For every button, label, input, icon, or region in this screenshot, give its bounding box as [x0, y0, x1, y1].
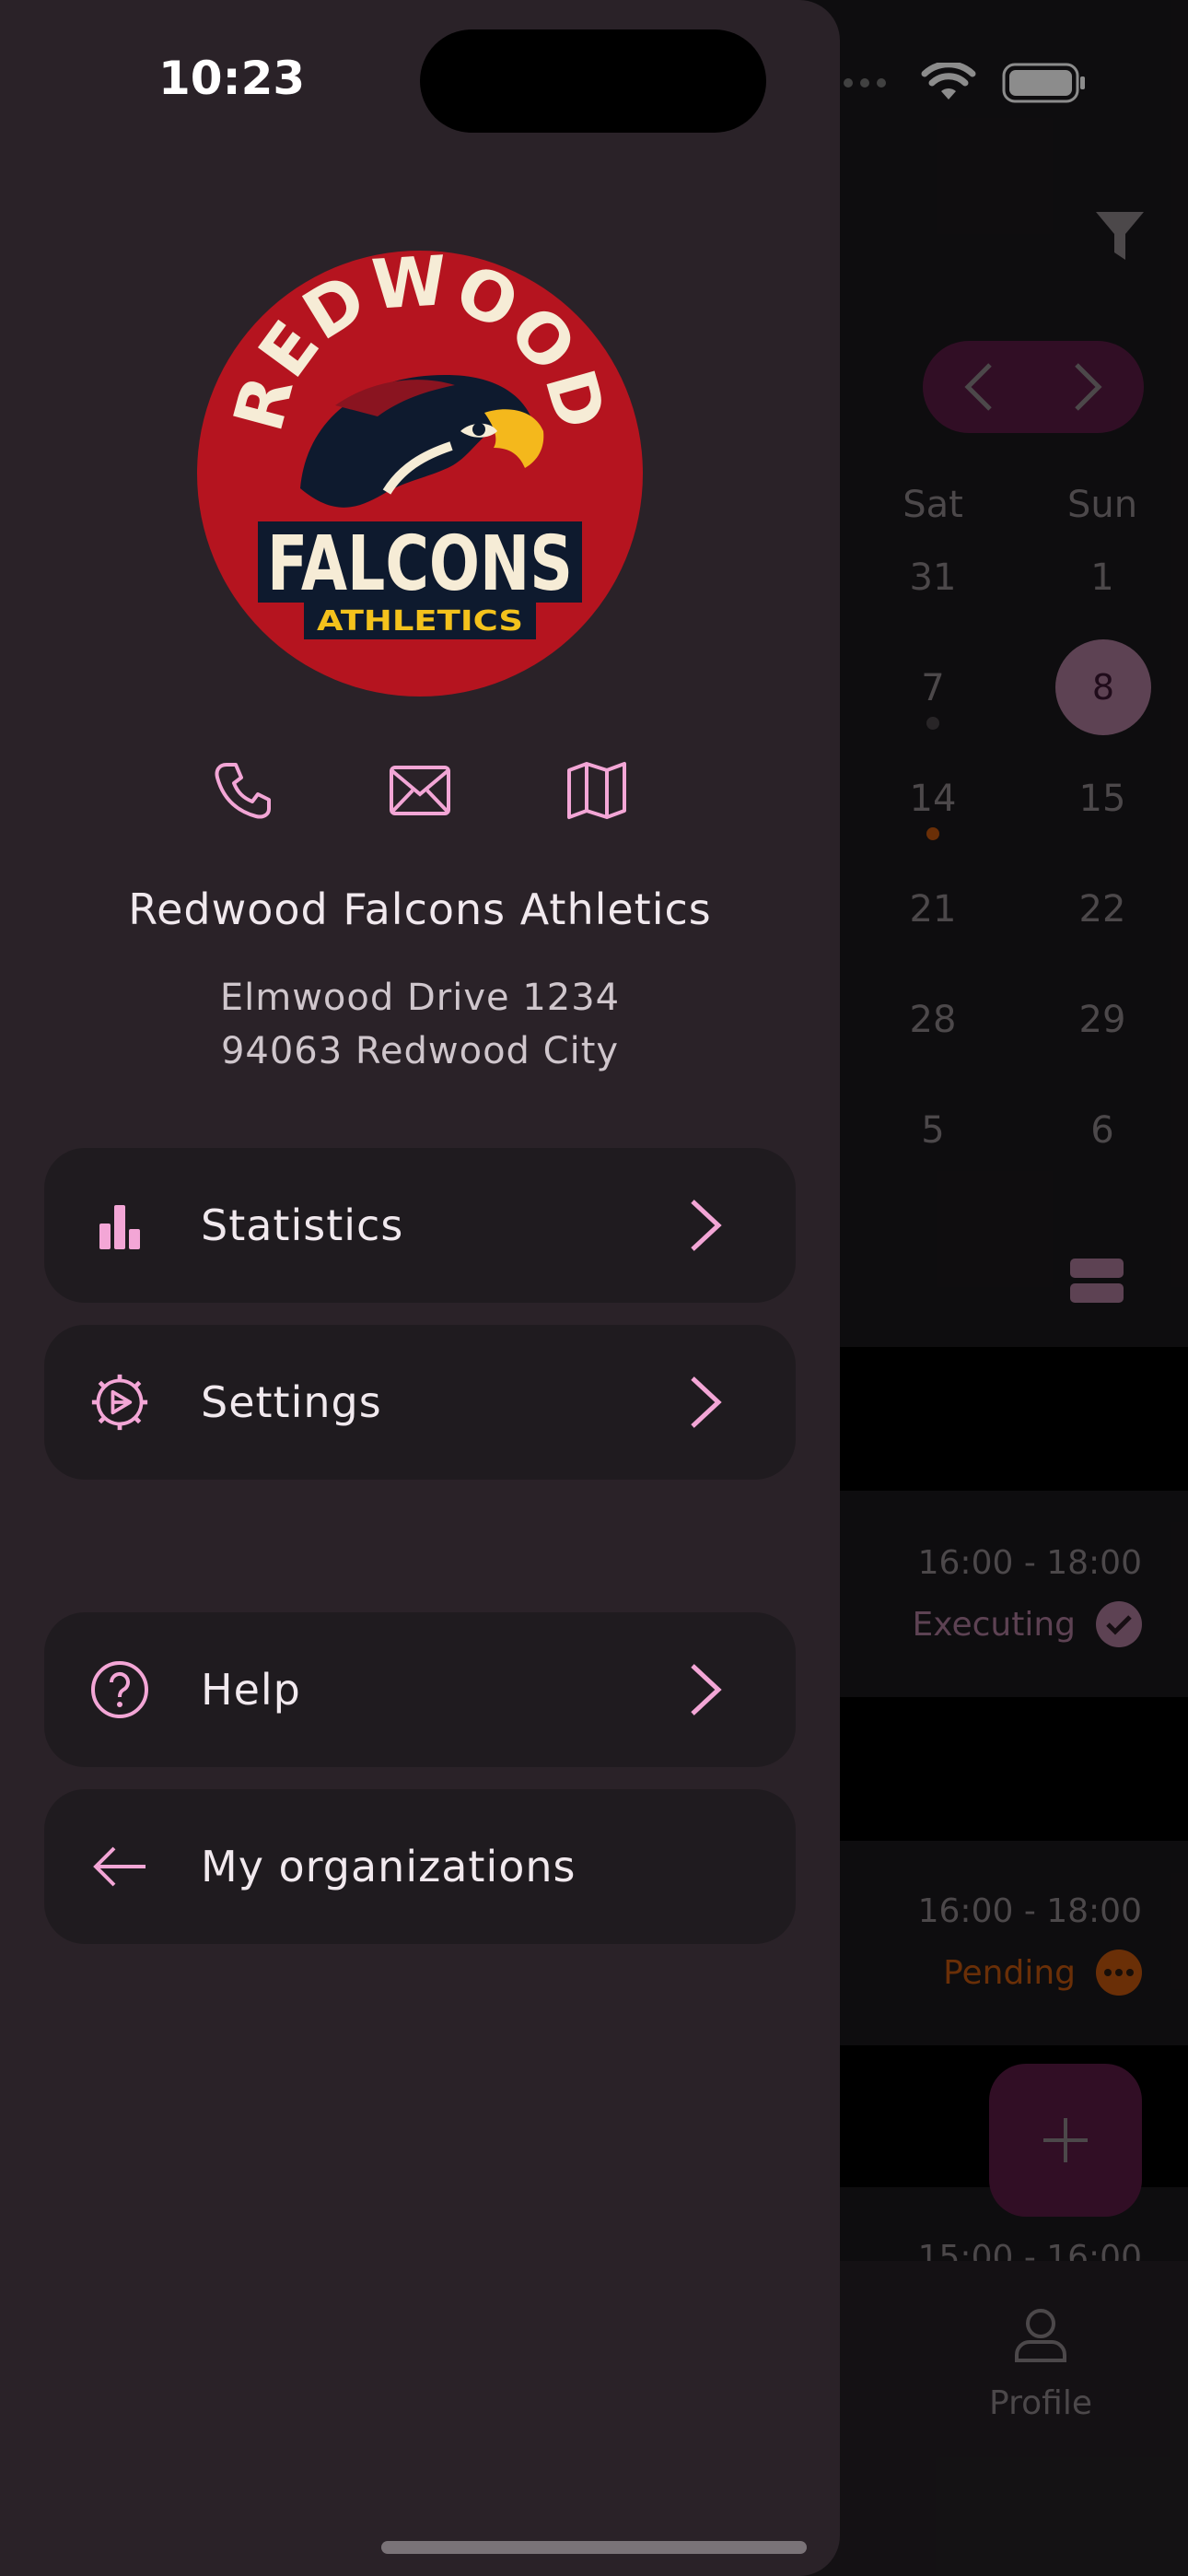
navigation-drawer: 10:23 REDWOOD FALCONS ATHLETICS Redwood … — [0, 0, 840, 2576]
chevron-left-icon — [964, 363, 992, 411]
bar-chart-icon — [90, 1196, 149, 1255]
add-event-button[interactable] — [989, 2064, 1142, 2217]
chevron-right-icon — [691, 1200, 722, 1251]
map-button[interactable] — [560, 754, 634, 827]
phone-icon — [215, 763, 271, 819]
home-indicator — [381, 2541, 807, 2554]
dynamic-island — [420, 29, 766, 133]
arrow-left-icon — [90, 1837, 149, 1896]
calendar-day[interactable]: 31 — [878, 556, 988, 599]
organization-logo: REDWOOD FALCONS ATHLETICS — [197, 251, 643, 697]
menu-item-label: Help — [201, 1665, 301, 1715]
calendar-day[interactable]: 14 — [878, 778, 988, 820]
event-status: Pending — [943, 1950, 1142, 1996]
person-icon — [1015, 2309, 1066, 2362]
address-line-1: Elmwood Drive 1234 — [219, 977, 621, 1019]
event-status-label: Executing — [912, 1605, 1077, 1644]
calendar-day-selected[interactable]: 8 — [1055, 639, 1151, 735]
calendar-day[interactable]: 21 — [878, 888, 988, 931]
month-nav — [923, 341, 1144, 433]
menu-item-label: Statistics — [201, 1200, 404, 1250]
calendar-day[interactable]: 6 — [1047, 1109, 1158, 1152]
tab-profile[interactable]: Profile — [949, 2307, 1133, 2422]
help-icon — [90, 1660, 149, 1719]
menu-item-settings[interactable]: Settings — [44, 1325, 796, 1480]
filter-icon[interactable] — [1094, 208, 1146, 263]
chevron-right-icon — [1075, 363, 1102, 411]
prev-month-button[interactable] — [941, 350, 1015, 424]
calendar-day[interactable]: 1 — [1047, 556, 1158, 599]
weekday-header-sat: Sat — [903, 484, 963, 526]
wifi-icon — [921, 63, 976, 100]
menu-item-statistics[interactable]: Statistics — [44, 1148, 796, 1303]
event-dot — [926, 717, 939, 730]
event-time: 16:00 - 18:00 — [917, 1544, 1142, 1582]
more-icon — [1096, 1950, 1142, 1996]
event-time: 16:00 - 18:00 — [917, 1892, 1142, 1930]
menu-item-label: My organizations — [201, 1842, 577, 1891]
menu-item-my-organizations[interactable]: My organizations — [44, 1789, 796, 1944]
address-line-2: 94063 Redwood City — [220, 1030, 620, 1072]
svg-text:FALCONS: FALCONS — [267, 521, 573, 608]
event-dot — [926, 827, 939, 840]
battery-icon — [1002, 63, 1085, 103]
calendar-day[interactable]: 5 — [878, 1109, 988, 1152]
email-button[interactable] — [383, 754, 457, 827]
chevron-right-icon — [691, 1664, 722, 1715]
status-time: 10:23 — [158, 52, 306, 105]
menu-item-label: Settings — [201, 1377, 382, 1427]
tab-profile-label: Profile — [989, 2384, 1092, 2422]
chevron-right-icon — [691, 1376, 722, 1428]
status-bar-right — [827, 63, 1087, 103]
plus-icon — [1043, 2118, 1088, 2162]
weekday-header-sun: Sun — [1066, 484, 1138, 526]
event-time: 15:00 - 16:00 — [917, 2239, 1142, 2261]
calendar-day[interactable]: 15 — [1047, 778, 1158, 820]
call-button[interactable] — [206, 754, 280, 827]
svg-text:ATHLETICS: ATHLETICS — [317, 605, 523, 638]
contact-actions — [0, 754, 840, 827]
calendar-day[interactable]: 29 — [1047, 999, 1158, 1041]
next-month-button[interactable] — [1052, 350, 1125, 424]
menu-item-help[interactable]: Help — [44, 1612, 796, 1767]
event-status: Executing — [912, 1601, 1142, 1647]
check-icon — [1096, 1601, 1142, 1647]
calendar-day[interactable]: 28 — [878, 999, 988, 1041]
mail-icon — [390, 766, 450, 815]
gear-icon — [90, 1373, 149, 1432]
calendar-day[interactable]: 22 — [1047, 888, 1158, 931]
map-icon — [567, 762, 626, 819]
organization-name: Redwood Falcons Athletics — [128, 884, 712, 934]
calendar-day[interactable]: 7 — [878, 667, 988, 709]
view-toggle-icon[interactable] — [1070, 1259, 1124, 1303]
event-status-label: Pending — [943, 1953, 1076, 1992]
